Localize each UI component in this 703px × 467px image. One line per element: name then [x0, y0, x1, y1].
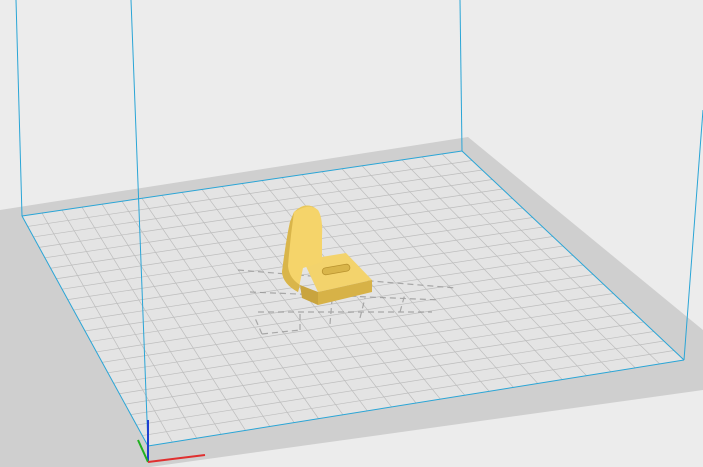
build-volume-vertical-back-left: [15, 0, 23, 217]
build-plate-scene[interactable]: [0, 0, 703, 467]
3d-viewport[interactable]: [0, 0, 703, 467]
build-volume-vertical-back-right: [459, 0, 463, 152]
